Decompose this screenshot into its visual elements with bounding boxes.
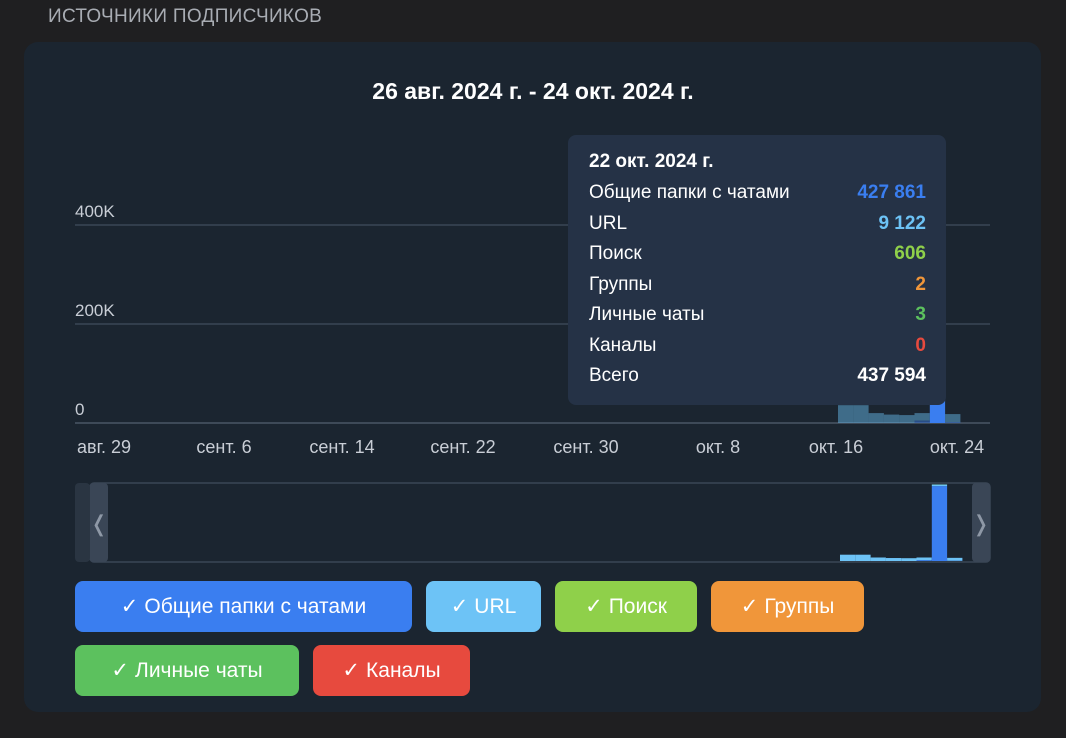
navigator-outside — [75, 483, 90, 562]
mini-bar-segment — [885, 558, 902, 561]
tooltip-value: 437 594 — [857, 365, 926, 386]
mini-bar-segment — [855, 554, 871, 561]
tooltip-label: Личные чаты — [589, 304, 705, 325]
legend-toggle-button[interactable]: ✓ Каналы — [313, 645, 470, 696]
tooltip-value: 427 861 — [857, 182, 926, 203]
tooltip-value: 0 — [915, 334, 926, 356]
bar-segment — [914, 413, 930, 421]
bar-segment — [945, 414, 961, 423]
bar-segment — [945, 422, 961, 423]
check-icon: ✓ — [585, 595, 603, 618]
x-tick-label: сент. 14 — [309, 437, 374, 457]
navigator-frame — [89, 482, 991, 563]
y-axis: 0 200K 400K — [75, 202, 115, 419]
legend-toggle-button[interactable]: ✓ Личные чаты — [75, 645, 299, 696]
legend-label: Личные чаты — [135, 659, 263, 682]
left-handle-icon: ❬ — [90, 512, 108, 537]
y-tick-label: 200K — [75, 301, 115, 320]
x-tick-label: окт. 16 — [809, 437, 863, 457]
check-icon: ✓ — [342, 659, 361, 682]
tooltip-row: Каналы 0 — [589, 335, 926, 366]
x-axis: авг. 29 сент. 6 сент. 14 сент. 22 сент. 30 ок… — [77, 437, 984, 457]
tooltip-value: 3 — [915, 304, 926, 325]
tooltip-value: 9 122 — [878, 212, 926, 234]
mini-bar-segment — [916, 560, 932, 561]
bar-segment — [853, 405, 869, 423]
check-icon: ✓ — [120, 595, 139, 618]
mini-bar-segment — [931, 486, 948, 561]
x-tick-label: авг. 29 — [77, 437, 131, 457]
tooltip-label: Поиск — [589, 243, 642, 264]
right-handle-icon: ❭ — [972, 512, 990, 537]
tooltip-row: Группы 2 — [589, 274, 926, 305]
x-tick-label: окт. 8 — [696, 437, 740, 457]
legend-toggle-button[interactable]: ✓ Группы — [711, 581, 864, 632]
tooltip-row: Личные чаты 3 — [589, 304, 926, 335]
y-tick-label: 400K — [75, 202, 115, 221]
range-navigator[interactable]: ❬ ❭ — [75, 482, 991, 563]
legend-label: Каналы — [366, 659, 441, 682]
tooltip-date: 22 окт. 2024 г. — [589, 151, 714, 172]
tooltip-label: Каналы — [589, 334, 657, 356]
tooltip-row: Всего 437 594 — [589, 365, 926, 396]
x-tick-label: окт. 24 — [930, 437, 984, 457]
legend-label: Общие папки с чатами — [144, 595, 367, 618]
bar-segment — [899, 415, 915, 423]
check-icon: ✓ — [111, 659, 130, 682]
chart-tooltip: 22 окт. 2024 г. Общие папки с чатами 427 … — [568, 135, 946, 405]
tooltip-label: Всего — [589, 365, 639, 386]
y-tick-label: 0 — [75, 400, 84, 419]
mini-bar-segment — [901, 558, 917, 561]
legend-toggle-button[interactable]: ✓ URL — [426, 581, 541, 632]
tooltip-row: Поиск 606 — [589, 243, 926, 274]
tooltip-value: 2 — [915, 273, 926, 295]
tooltip-row: Общие папки с чатами 427 861 — [589, 182, 926, 213]
bar-segment — [838, 405, 854, 423]
x-tick-label: сент. 22 — [430, 437, 495, 457]
mini-bar-segment — [840, 554, 856, 561]
mini-bar-segment — [916, 557, 932, 561]
legend-label: URL — [474, 595, 517, 618]
tooltip-label: Группы — [589, 273, 653, 295]
bar-segment — [883, 414, 900, 423]
check-icon: ✓ — [450, 595, 469, 618]
mini-bar-segment — [870, 557, 886, 561]
tooltip-label: Общие папки с чатами — [589, 182, 790, 203]
legend-toggle-button[interactable]: ✓ Поиск — [555, 581, 697, 632]
mini-bar-segment — [931, 484, 948, 487]
x-tick-label: сент. 30 — [553, 437, 618, 457]
x-tick-label: сент. 6 — [196, 437, 251, 457]
bar-segment — [868, 413, 884, 423]
legend-toggle-button[interactable]: ✓ Общие папки с чатами — [75, 581, 412, 632]
tooltip-value: 606 — [894, 243, 926, 264]
legend-label: Поиск — [608, 595, 667, 618]
check-icon: ✓ — [740, 595, 759, 618]
legend-label: Группы — [764, 595, 835, 618]
tooltip-label: URL — [589, 212, 628, 234]
bar-segment — [914, 420, 930, 423]
tooltip-row: URL 9 122 — [589, 213, 926, 244]
mini-bar-segment — [947, 557, 963, 561]
